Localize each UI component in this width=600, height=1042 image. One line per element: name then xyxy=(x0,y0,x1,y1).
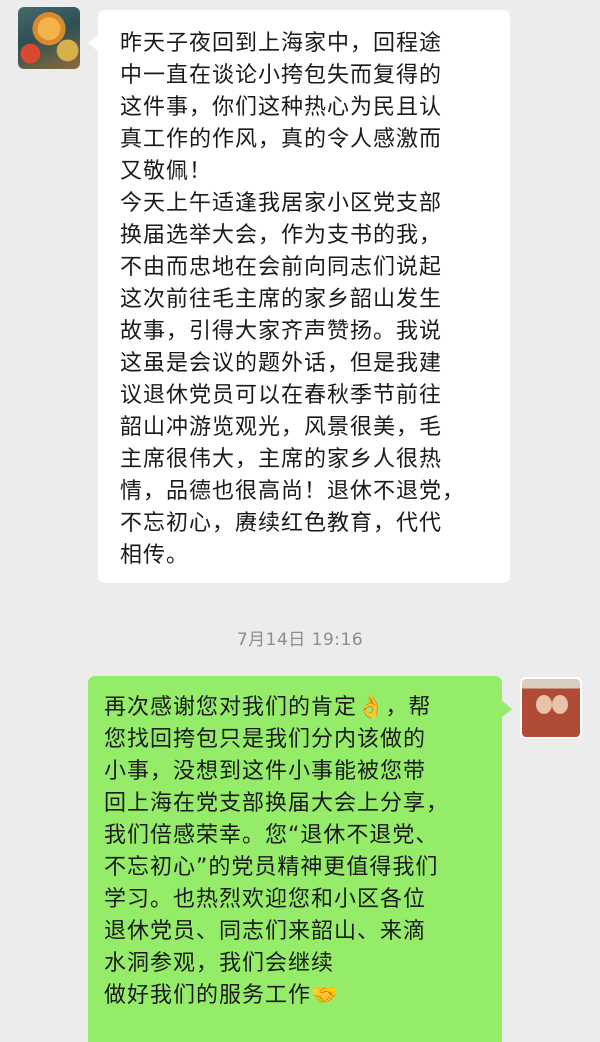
incoming-message-bubble[interactable]: 昨天子夜回到上海家中，回程途 中一直在谈论小挎包失而复得的 这件事，你们这种热心… xyxy=(88,10,510,583)
message-timestamp: 7月14日 19:16 xyxy=(236,630,364,650)
outgoing-message-bubble[interactable]: 再次感谢您对我们的肯定👌，帮 您找回挎包只是我们分内该做的 小事，没想到这件小事… xyxy=(88,676,512,1042)
avatar-face xyxy=(536,695,552,714)
my-avatar[interactable] xyxy=(520,677,582,739)
avatar-face xyxy=(552,695,568,714)
contact-avatar[interactable] xyxy=(18,7,80,69)
chat-conversation: 昨天子夜回到上海家中，回程途 中一直在谈论小挎包失而复得的 这件事，你们这种热心… xyxy=(0,0,600,1042)
